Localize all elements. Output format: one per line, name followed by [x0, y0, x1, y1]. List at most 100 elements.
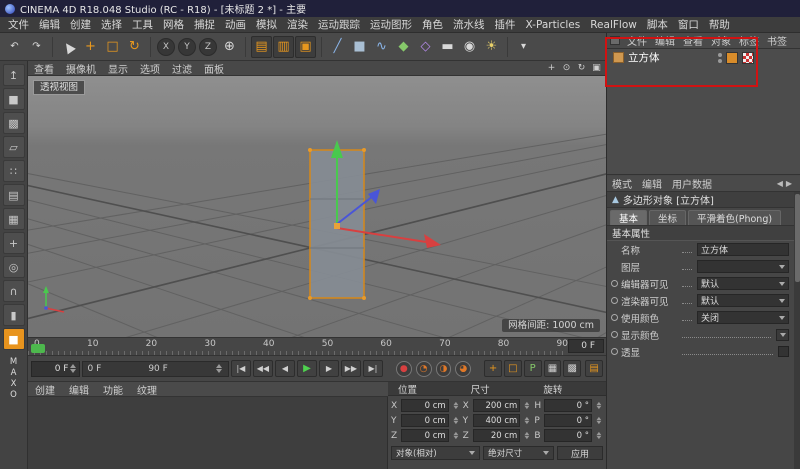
deformer-icon[interactable]: ◇ — [415, 36, 436, 58]
range-spinner[interactable] — [215, 364, 224, 373]
spinner[interactable] — [523, 432, 530, 439]
keyframe-circle[interactable] — [611, 314, 618, 321]
key-move-toggle[interactable]: + — [484, 360, 502, 377]
z-axis-lock-button[interactable]: Z — [199, 38, 217, 56]
vp-menu-filter[interactable]: 过滤 — [166, 61, 198, 76]
keyframe-circle[interactable] — [611, 297, 618, 304]
pan-view-icon[interactable]: + — [545, 62, 558, 74]
key-scale-toggle[interactable]: □ — [504, 360, 522, 377]
tab-basic[interactable]: 基本 — [610, 210, 647, 225]
om-menu-bookmarks[interactable]: 书签 — [763, 33, 791, 48]
keyframe-grid-a-icon[interactable]: ▦ — [544, 360, 562, 377]
mat-menu-texture[interactable]: 纹理 — [130, 382, 164, 397]
apply-button[interactable]: 应用 — [557, 446, 603, 460]
menu-edit[interactable]: 编辑 — [34, 17, 65, 32]
viewport-canvas[interactable]: 透视视图 网格间距: 1000 cm — [28, 76, 606, 338]
menu-character[interactable]: 角色 — [417, 17, 448, 32]
size-x-field[interactable]: 200 cm — [473, 399, 521, 412]
cube-primitive-icon[interactable]: ■ — [349, 36, 370, 58]
vp-menu-display[interactable]: 显示 — [102, 61, 134, 76]
prev-key-button[interactable]: ◀◀ — [253, 360, 273, 377]
renderer-visibility-dropdown[interactable]: 默认 — [697, 294, 789, 307]
menu-mograph[interactable]: 运动图形 — [365, 17, 417, 32]
y-axis-lock-button[interactable]: Y — [178, 38, 196, 56]
menu-motion-tracker[interactable]: 运动跟踪 — [313, 17, 365, 32]
maximize-view-icon[interactable]: ▣ — [590, 62, 603, 74]
am-menu-edit[interactable]: 编辑 — [637, 176, 667, 191]
coord-mode-dropdown[interactable]: 对象(相对) — [391, 446, 480, 460]
orbit-view-icon[interactable]: ↻ — [575, 62, 588, 74]
material-manager-area[interactable] — [28, 397, 388, 469]
pos-y-field[interactable]: 0 cm — [401, 414, 449, 427]
keyframe-circle[interactable] — [611, 280, 618, 287]
menu-plugins[interactable]: 插件 — [490, 17, 521, 32]
keyframe-circle[interactable] — [611, 348, 618, 355]
mat-menu-edit[interactable]: 编辑 — [62, 382, 96, 397]
object-item-cube[interactable]: 立方体 — [607, 49, 800, 66]
menu-render[interactable]: 渲染 — [282, 17, 313, 32]
texture-mode-icon[interactable]: ▩ — [3, 112, 25, 134]
snap-magnet-icon[interactable]: ∩ — [3, 280, 25, 302]
spinner[interactable] — [523, 417, 530, 424]
next-frame-button[interactable]: ▶ — [319, 360, 339, 377]
display-mode-dropdown-icon[interactable]: ▾ — [513, 36, 534, 58]
xray-checkbox[interactable] — [778, 346, 789, 357]
menu-select[interactable]: 选择 — [96, 17, 127, 32]
rot-h-field[interactable]: 0 ° — [544, 399, 592, 412]
rotate-tool-icon[interactable]: ↻ — [124, 36, 145, 58]
am-menu-userdata[interactable]: 用户数据 — [667, 176, 717, 191]
menu-mesh[interactable]: 网格 — [158, 17, 189, 32]
menu-file[interactable]: 文件 — [3, 17, 34, 32]
points-mode-icon[interactable]: ∷ — [3, 160, 25, 182]
coordinate-system-icon[interactable]: ⊕ — [219, 36, 240, 58]
rot-p-field[interactable]: 0 ° — [544, 414, 592, 427]
model-mode-icon[interactable]: ■ — [3, 88, 25, 110]
playhead-marker[interactable] — [31, 344, 45, 353]
frame-spinner[interactable] — [68, 364, 77, 373]
mouse-input-icon[interactable]: ▮ — [3, 304, 25, 326]
spinner[interactable] — [452, 417, 459, 424]
goto-end-button[interactable]: ▶| — [363, 360, 383, 377]
om-menu-view[interactable]: 查看 — [679, 33, 707, 48]
record-position-toggle[interactable]: ◔ — [416, 361, 432, 377]
menu-simulate[interactable]: 模拟 — [251, 17, 282, 32]
menu-pipeline[interactable]: 流水线 — [448, 17, 490, 32]
scale-tool-icon[interactable]: □ — [102, 36, 123, 58]
attribute-scrollbar[interactable] — [794, 192, 800, 469]
spline-icon[interactable]: ∿ — [371, 36, 392, 58]
use-color-dropdown[interactable]: 关闭 — [697, 311, 789, 324]
record-keyframe-button[interactable]: ● — [396, 361, 412, 377]
undo-icon[interactable]: ↶ — [4, 36, 25, 58]
enable-axis-icon[interactable]: + — [3, 232, 25, 254]
x-axis-lock-button[interactable]: X — [157, 38, 175, 56]
keyframe-circle[interactable] — [611, 331, 618, 338]
am-menu-mode[interactable]: 模式 — [607, 176, 637, 191]
goto-start-button[interactable]: |◀ — [231, 360, 251, 377]
size-mode-dropdown[interactable]: 绝对尺寸 — [483, 446, 554, 460]
tab-phong[interactable]: 平滑着色(Phong) — [688, 210, 781, 225]
render-settings-icon[interactable]: ▣ — [295, 36, 316, 58]
render-queue-icon[interactable]: ▤ — [585, 360, 603, 377]
menu-animate[interactable]: 动画 — [220, 17, 251, 32]
timeline-ruler[interactable]: 0 10 20 30 40 50 60 70 80 90 0 F — [28, 338, 606, 356]
editor-visibility-dropdown[interactable]: 默认 — [697, 277, 789, 290]
spinner[interactable] — [595, 417, 602, 424]
tab-coordinates[interactable]: 坐标 — [649, 210, 686, 225]
om-menu-object[interactable]: 对象 — [707, 33, 735, 48]
layer-dropdown[interactable] — [697, 260, 789, 273]
live-selection-icon[interactable]: ▲ — [54, 31, 84, 61]
menu-help[interactable]: 帮助 — [704, 17, 735, 32]
panel-layout-icon[interactable] — [610, 36, 620, 45]
make-editable-icon[interactable]: ↥ — [3, 64, 25, 86]
menu-realflow[interactable]: RealFlow — [585, 19, 642, 31]
render-view-icon[interactable]: ▤ — [251, 36, 272, 58]
pos-z-field[interactable]: 0 cm — [401, 429, 449, 442]
menu-snap[interactable]: 捕捉 — [189, 17, 220, 32]
camera-icon[interactable]: ◉ — [459, 36, 480, 58]
history-forward-icon[interactable]: ▶ — [786, 179, 792, 188]
vp-menu-options[interactable]: 选项 — [134, 61, 166, 76]
workplane-mode-icon[interactable]: ▱ — [3, 136, 25, 158]
spinner[interactable] — [452, 402, 459, 409]
size-y-field[interactable]: 400 cm — [473, 414, 521, 427]
object-manager-list[interactable]: 立方体 — [607, 49, 800, 175]
